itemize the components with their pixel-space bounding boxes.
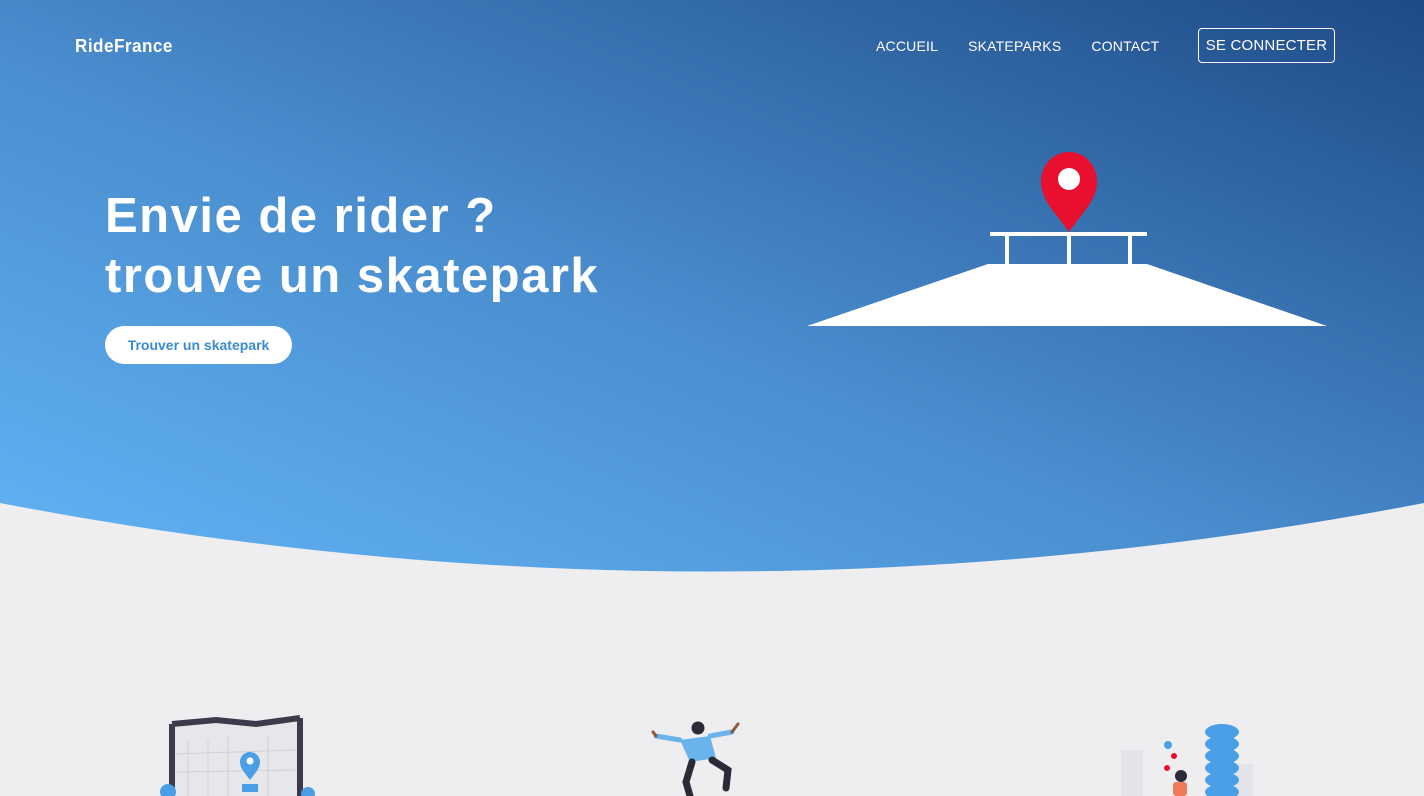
hero-title-line-1: Envie de rider ? [105,189,497,243]
brand-logo[interactable]: RideFrance [75,36,173,57]
social-city-illustration-icon [1121,724,1253,796]
nav-links: ACCUEIL SKATEPARKS CONTACT [876,38,1189,54]
hero-title: Envie de rider ? trouve un skatepark [105,186,599,306]
map-illustration-icon [160,715,315,796]
landing-page: RideFrance ACCUEIL SKATEPARKS CONTACT SE… [0,0,1424,796]
skater-illustration-icon [651,721,740,796]
login-button[interactable]: SE CONNECTER [1198,28,1335,63]
hero-title-line-2: trouve un skatepark [105,249,600,303]
nav-link-contact[interactable]: CONTACT [1091,38,1159,54]
nav-link-skateparks[interactable]: SKATEPARKS [968,38,1061,54]
find-skatepark-button[interactable]: Trouver un skatepark [105,326,292,364]
nav-link-accueil[interactable]: ACCUEIL [876,38,938,54]
skatepark-pin-illustration-icon [807,152,1327,326]
navbar: RideFrance ACCUEIL SKATEPARKS CONTACT SE… [0,0,1424,92]
